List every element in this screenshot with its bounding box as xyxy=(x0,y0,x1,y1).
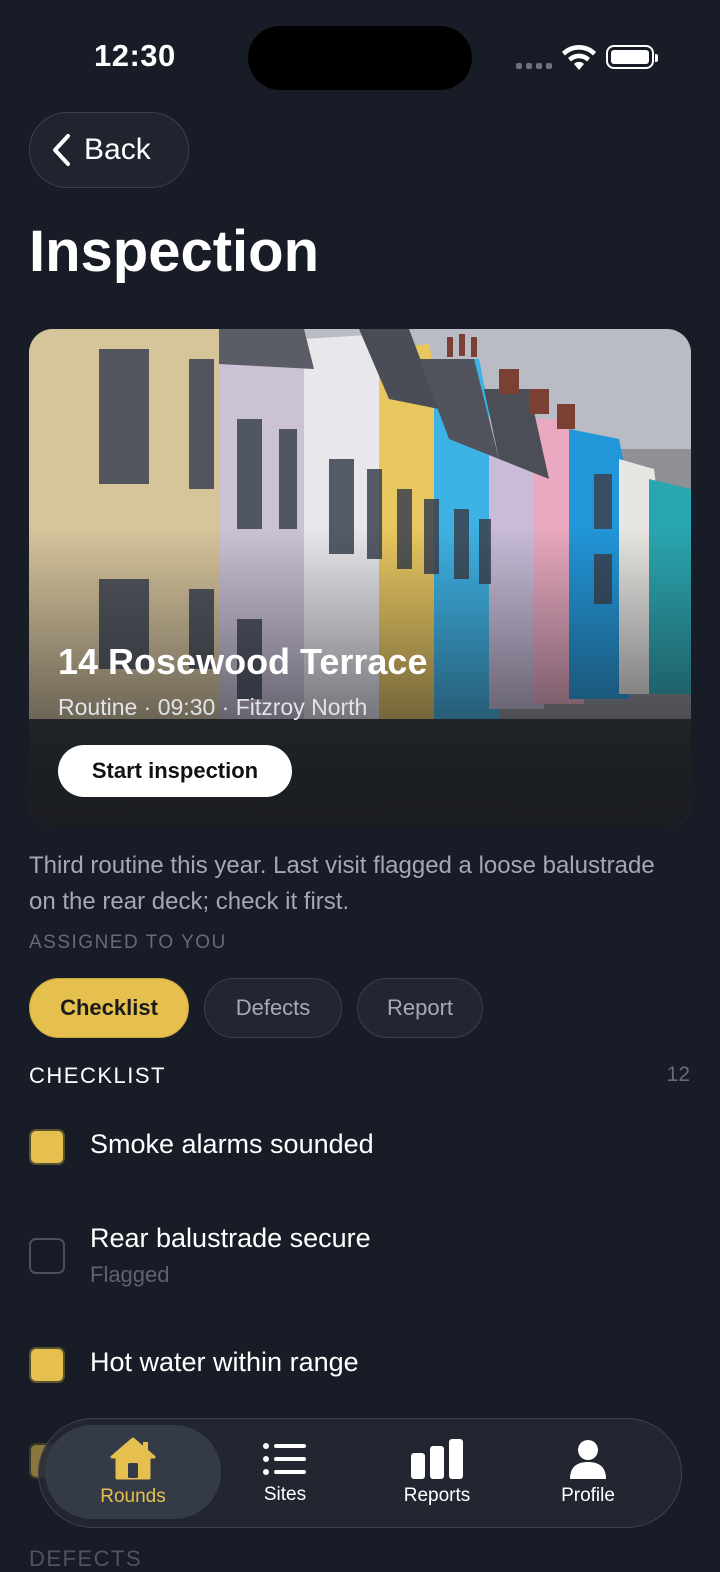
property-address: 14 Rosewood Terrace xyxy=(58,641,428,682)
checklist-heading: CHECKLIST xyxy=(29,1063,166,1088)
checklist-item-label: Smoke alarms sounded xyxy=(90,1129,374,1159)
back-button[interactable]: Back xyxy=(29,112,189,188)
nav-sites[interactable]: Sites xyxy=(210,1419,360,1526)
cellular-signal-icon xyxy=(516,63,552,69)
checklist-item-status: Flagged xyxy=(90,1262,170,1287)
battery-icon xyxy=(606,45,658,69)
checklist-item[interactable]: Hot water within range xyxy=(29,1347,359,1383)
page-title: Inspection xyxy=(29,219,320,284)
checklist-count: 12 xyxy=(666,1063,690,1086)
section-tabs: Checklist Defects Report xyxy=(29,978,483,1038)
nav-profile[interactable]: Profile xyxy=(513,1419,663,1526)
tab-checklist[interactable]: Checklist xyxy=(29,978,189,1038)
chevron-left-icon xyxy=(53,134,70,166)
checkbox-unchecked[interactable] xyxy=(29,1238,65,1274)
checklist-item[interactable]: Rear balustrade secure Flagged xyxy=(29,1223,371,1288)
person-icon xyxy=(570,1439,606,1479)
inspection-meta: Routine · 09:30 · Fitzroy North xyxy=(58,694,368,720)
checkbox-checked[interactable] xyxy=(29,1129,65,1165)
dynamic-island xyxy=(248,26,472,90)
checklist-item-label: Hot water within range xyxy=(90,1347,359,1377)
property-hero-card[interactable]: 14 Rosewood Terrace Routine · 09:30 · Fi… xyxy=(29,329,691,827)
tab-report[interactable]: Report xyxy=(357,978,483,1038)
wifi-icon xyxy=(562,44,596,70)
nav-label: Reports xyxy=(403,1484,471,1506)
tab-defects[interactable]: Defects xyxy=(204,978,342,1038)
checkbox-checked[interactable] xyxy=(29,1347,65,1383)
start-inspection-button[interactable]: Start inspection xyxy=(58,745,292,797)
bar-chart-icon xyxy=(411,1438,463,1479)
list-icon xyxy=(263,1442,306,1475)
nav-label: Profile xyxy=(561,1484,615,1506)
assigned-label: ASSIGNED TO YOU xyxy=(29,932,227,953)
nav-reports[interactable]: Reports xyxy=(362,1419,512,1526)
nav-rounds[interactable]: Rounds xyxy=(45,1425,221,1519)
bottom-tab-bar: Rounds Sites Reports Profile xyxy=(38,1418,682,1528)
nav-label: Rounds xyxy=(100,1486,166,1507)
checklist-item[interactable]: Smoke alarms sounded xyxy=(29,1129,374,1165)
home-icon xyxy=(110,1437,156,1480)
defects-heading: DEFECTS xyxy=(29,1546,143,1571)
nav-label: Sites xyxy=(263,1483,307,1505)
status-time: 12:30 xyxy=(94,38,176,73)
inspection-note: Third routine this year. Last visit flag… xyxy=(29,852,655,915)
back-label: Back xyxy=(84,133,151,166)
checklist-item-label: Rear balustrade secure xyxy=(90,1223,371,1253)
